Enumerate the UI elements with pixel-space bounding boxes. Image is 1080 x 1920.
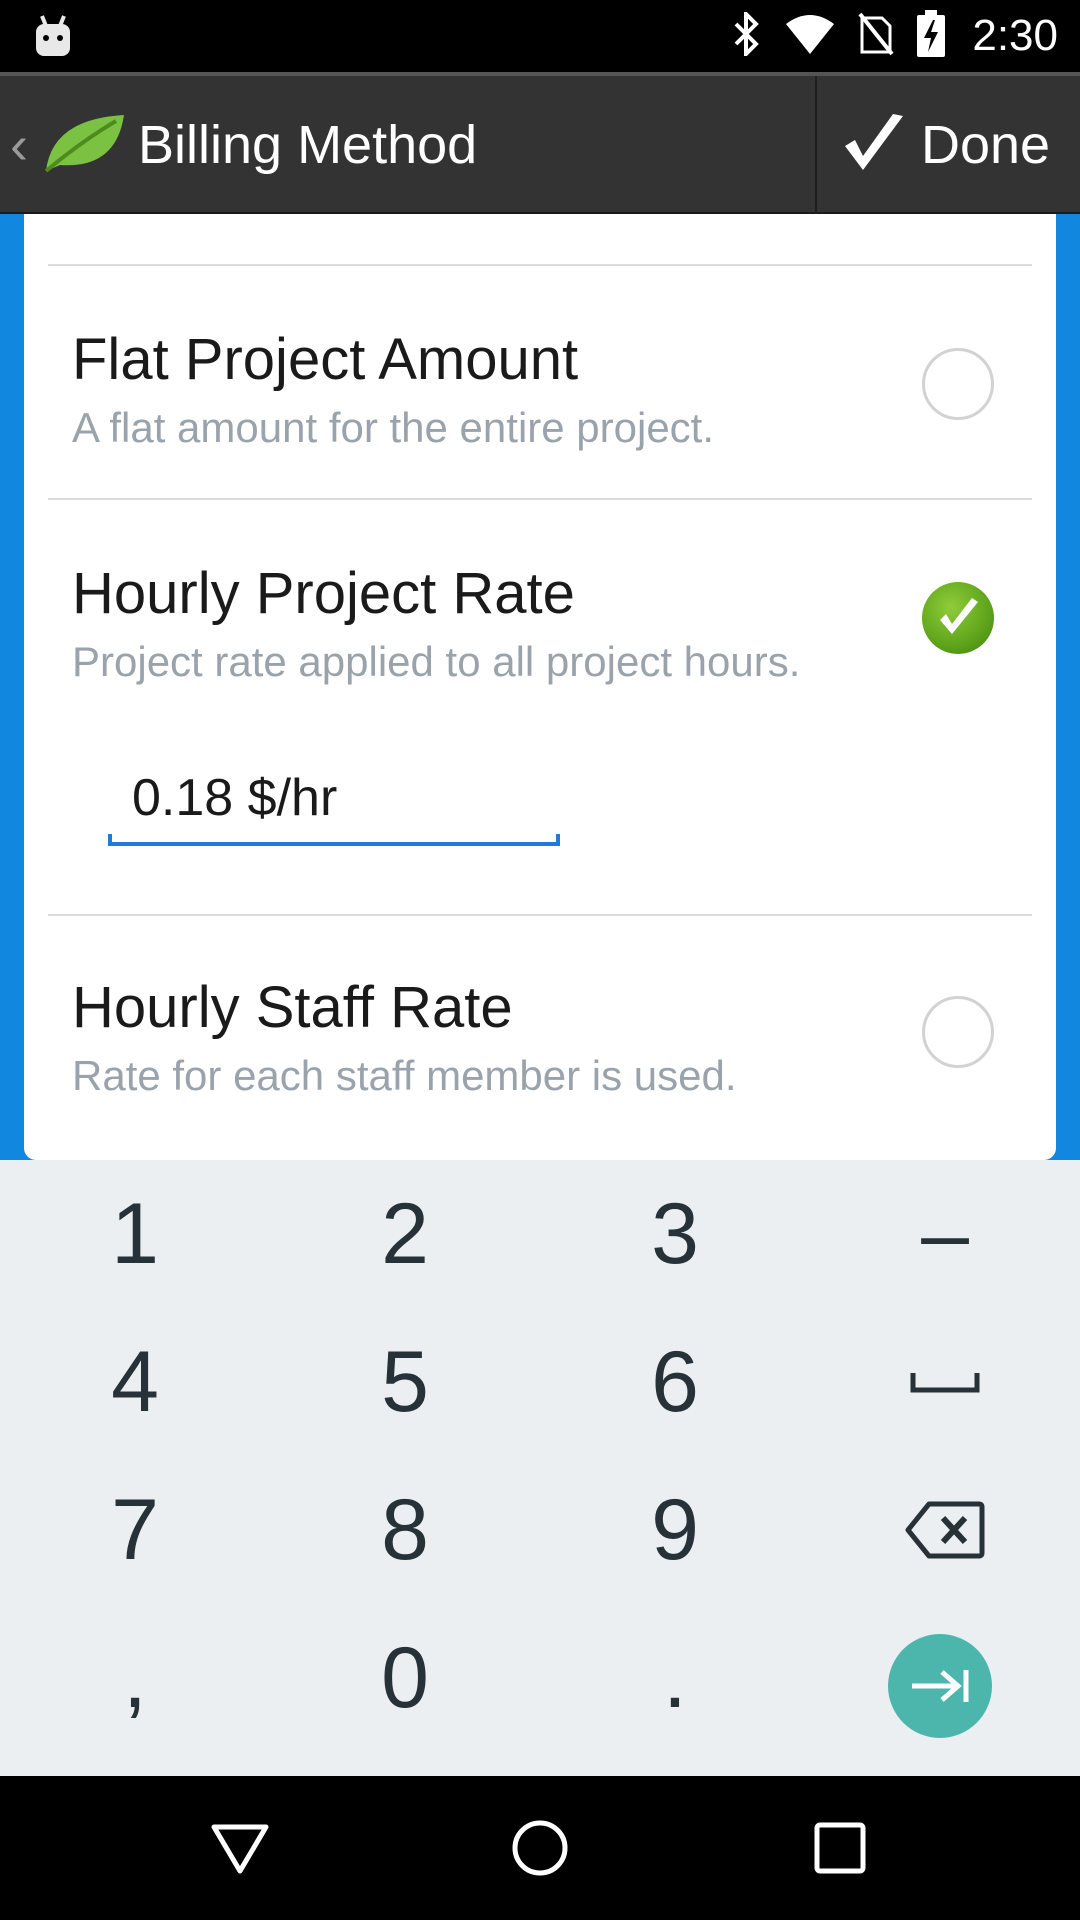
key-minus[interactable]: – (810, 1160, 1080, 1308)
option-title: Hourly Project Rate (72, 561, 575, 626)
checkmark-icon (940, 598, 978, 634)
action-bar: ‹ Billing Method Done (0, 72, 1080, 214)
done-label: Done (921, 115, 1051, 175)
option-description: Rate for each staff member is used. (72, 1052, 737, 1099)
backspace-icon (905, 1501, 985, 1559)
key-9[interactable]: 9 (540, 1456, 810, 1604)
key-4[interactable]: 4 (0, 1308, 270, 1456)
no-sim-icon (858, 12, 894, 61)
up-navigation-button[interactable]: ‹ Billing Method (0, 76, 810, 214)
back-icon (211, 1824, 269, 1874)
hourly-rate-input[interactable]: 0.18 $/hr (108, 756, 560, 846)
key-5[interactable]: 5 (270, 1308, 540, 1456)
wifi-icon (784, 14, 836, 59)
space-icon (910, 1373, 980, 1393)
radio-button-unchecked[interactable] (922, 996, 994, 1068)
navigation-bar (0, 1776, 1080, 1920)
chevron-left-icon: ‹ (10, 115, 28, 175)
battery-charging-icon (916, 9, 946, 63)
key-8[interactable]: 8 (270, 1456, 540, 1604)
option-hourly-staff-rate[interactable]: Hourly Staff Rate Rate for each staff me… (24, 916, 1056, 1160)
numeric-keypad: 1 2 3 – 4 5 6 7 8 9 , 0 . (0, 1160, 1080, 1776)
radio-button-unchecked[interactable] (922, 348, 994, 420)
nav-back-button[interactable] (140, 1776, 340, 1920)
nav-home-button[interactable] (440, 1776, 640, 1920)
next-field-button[interactable] (888, 1634, 992, 1738)
key-3[interactable]: 3 (540, 1160, 810, 1308)
option-title: Hourly Staff Rate (72, 975, 513, 1040)
key-1[interactable]: 1 (0, 1160, 270, 1308)
option-flat-project-amount[interactable]: Flat Project Amount A flat amount for th… (24, 266, 1056, 498)
page-title: Billing Method (138, 115, 478, 175)
key-0[interactable]: 0 (270, 1604, 540, 1752)
content-area: Flat Project Amount A flat amount for th… (0, 214, 1080, 1160)
rate-input-value: 0.18 $/hr (132, 769, 338, 827)
option-description: A flat amount for the entire project. (72, 404, 715, 451)
status-bar: 2:30 (0, 0, 1080, 72)
input-underline (108, 834, 560, 846)
option-title: Flat Project Amount (72, 327, 579, 392)
key-2[interactable]: 2 (270, 1160, 540, 1308)
key-comma[interactable]: , (0, 1604, 270, 1752)
clock: 2:30 (972, 11, 1058, 60)
done-button[interactable]: Done (817, 76, 1080, 214)
leaf-icon (42, 111, 126, 180)
home-icon (512, 1820, 568, 1876)
checkmark-icon (841, 110, 907, 181)
android-notification-icon (34, 14, 72, 63)
key-backspace[interactable] (810, 1456, 1080, 1604)
bluetooth-icon (732, 8, 762, 61)
billing-options-card: Flat Project Amount A flat amount for th… (24, 214, 1056, 1160)
key-7[interactable]: 7 (0, 1456, 270, 1604)
tab-arrow-icon (912, 1670, 969, 1702)
nav-recents-button[interactable] (740, 1776, 940, 1920)
radio-button-checked[interactable] (922, 582, 994, 654)
key-6[interactable]: 6 (540, 1308, 810, 1456)
option-description: Project rate applied to all project hour… (72, 638, 801, 685)
key-period[interactable]: . (540, 1604, 810, 1752)
recents-icon (814, 1822, 866, 1874)
key-space[interactable] (810, 1308, 1080, 1456)
